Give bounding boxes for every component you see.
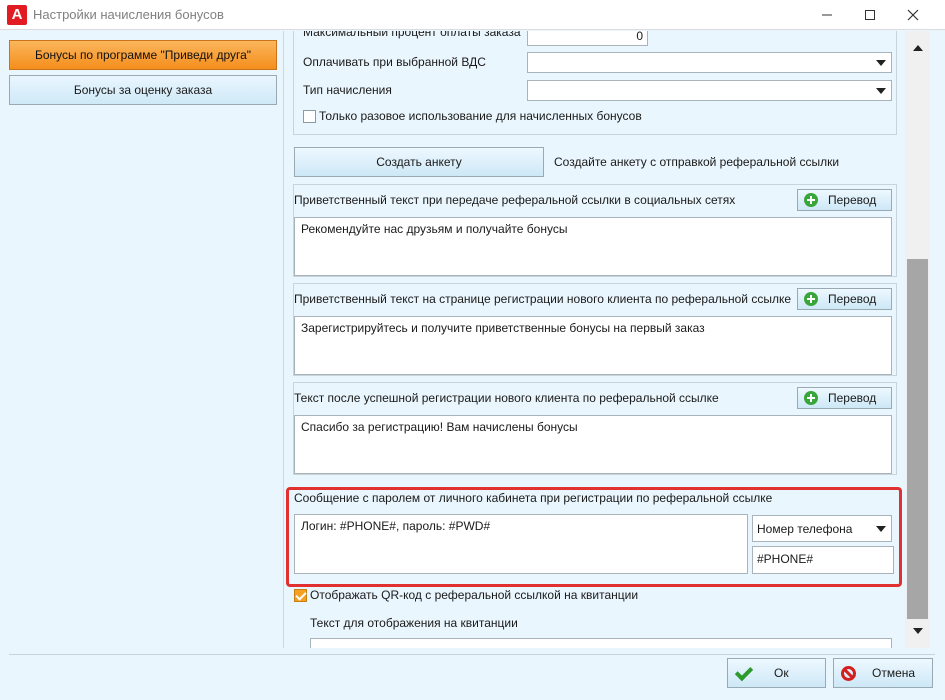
accrual-type-label: Тип начисления — [303, 83, 392, 97]
minimize-button[interactable] — [804, 0, 850, 30]
field-type-select[interactable]: Номер телефона — [752, 515, 892, 542]
vertical-scrollbar[interactable] — [905, 31, 930, 648]
registration-text-area[interactable]: Зарегистрируйтесь и получите приветствен… — [294, 316, 892, 375]
create-form-hint: Создайте анкету с отправкой реферальной … — [554, 155, 840, 169]
cancel-icon — [841, 665, 856, 681]
registration-text-label: Приветственный текст на странице регистр… — [294, 292, 792, 306]
sidebar: Бонусы по программе "Приведи друга" Бону… — [0, 31, 284, 648]
scrollbar-thumb[interactable] — [907, 259, 928, 619]
minimize-icon — [822, 14, 832, 16]
pay-vds-label: Оплачивать при выбранной ВДС — [303, 55, 486, 69]
max-percent-label: Максимальный процент оплаты заказа — [303, 31, 521, 39]
chevron-down-icon — [876, 526, 886, 532]
close-button[interactable] — [890, 0, 936, 30]
maximize-icon — [865, 10, 875, 20]
show-qr-checkbox[interactable] — [294, 589, 307, 602]
app-logo-icon: A — [7, 5, 27, 25]
chevron-down-icon — [876, 88, 886, 94]
one-time-checkbox[interactable] — [303, 110, 316, 123]
social-translate-button[interactable]: Перевод — [797, 189, 892, 211]
social-text-area[interactable]: Рекомендуйте нас друзьям и получайте бон… — [294, 217, 892, 276]
after-registration-translate-button[interactable]: Перевод — [797, 387, 892, 409]
add-circle-icon — [804, 193, 818, 207]
scroll-down-icon[interactable] — [913, 628, 923, 634]
accrual-type-select[interactable] — [527, 80, 892, 101]
footer-divider — [9, 654, 935, 655]
close-icon — [907, 9, 919, 21]
chevron-down-icon — [876, 60, 886, 66]
cancel-button[interactable]: Отмена — [833, 658, 933, 688]
add-circle-icon — [804, 391, 818, 405]
sidebar-item-order-rating[interactable]: Бонусы за оценку заказа — [9, 75, 277, 105]
field-token-input[interactable]: #PHONE# — [752, 546, 894, 574]
create-form-button[interactable]: Создать анкету — [294, 147, 544, 177]
ok-button[interactable]: Ок — [727, 658, 826, 688]
dialog-footer: Ок Отмена — [0, 648, 945, 700]
pay-vds-select[interactable] — [527, 52, 892, 73]
check-icon — [734, 666, 752, 680]
registration-translate-button[interactable]: Перевод — [797, 288, 892, 310]
receipt-text-label: Текст для отображения на квитанции — [310, 616, 518, 630]
password-message-text-area[interactable]: Логин: #PHONE#, пароль: #PWD# — [294, 514, 748, 574]
settings-content: Максимальный процент оплаты заказа 0 Опл… — [285, 31, 905, 648]
social-text-label: Приветственный текст при передаче рефера… — [294, 193, 736, 207]
receipt-text-area[interactable] — [310, 638, 892, 648]
after-registration-text-area[interactable]: Спасибо за регистрацию! Вам начислены бо… — [294, 415, 892, 474]
maximize-button[interactable] — [847, 0, 893, 30]
password-message-label: Сообщение с паролем от личного кабинета … — [294, 491, 773, 505]
max-percent-input[interactable]: 0 — [527, 31, 648, 46]
title-bar: A Настройки начисления бонусов — [0, 0, 945, 30]
show-qr-label: Отображать QR-код с реферальной ссылкой … — [310, 588, 639, 602]
scroll-up-icon[interactable] — [913, 45, 923, 51]
one-time-label: Только разовое использование для начисле… — [319, 109, 642, 123]
add-circle-icon — [804, 292, 818, 306]
after-registration-label: Текст после успешной регистрации нового … — [294, 391, 719, 405]
window-title: Настройки начисления бонусов — [33, 7, 224, 22]
sidebar-item-refer-friend[interactable]: Бонусы по программе "Приведи друга" — [9, 40, 277, 70]
